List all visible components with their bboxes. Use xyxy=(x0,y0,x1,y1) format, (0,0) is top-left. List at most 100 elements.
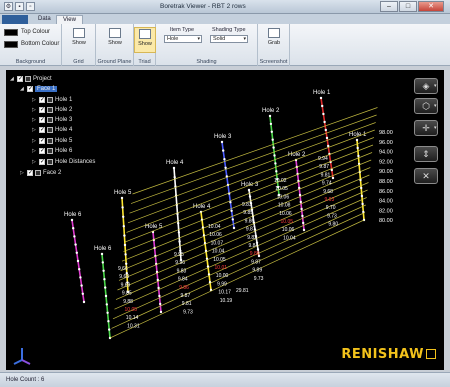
hole-checkbox[interactable] xyxy=(39,96,45,103)
tab-data[interactable]: Data xyxy=(32,15,57,24)
minimize-button[interactable]: – xyxy=(380,1,398,12)
hole-label: Hole 3 xyxy=(214,134,232,140)
depth-label: 94.00 xyxy=(379,150,393,156)
top-colour-swatch xyxy=(4,28,18,36)
distance-value: 9.80 xyxy=(328,222,338,228)
hole-label: Hole 6 xyxy=(64,212,82,218)
hole-label: Hole 1 xyxy=(349,132,367,138)
collapse-arrow-icon[interactable]: ◢ xyxy=(10,76,15,82)
rotate-dropdown-icon[interactable]: ▾ xyxy=(434,98,440,114)
face-1-checkbox[interactable] xyxy=(27,85,33,92)
hole-point xyxy=(122,215,125,218)
hole-point xyxy=(76,259,80,263)
distance-value: 9.73 xyxy=(183,309,193,315)
distance-value: 9.83 xyxy=(242,202,252,208)
tree-node-project[interactable]: ◢ Project xyxy=(10,74,52,83)
item-type-select[interactable]: Hole xyxy=(164,35,202,43)
distance-value: 10.19 xyxy=(220,298,233,304)
pan-dropdown-icon[interactable]: ▾ xyxy=(434,120,440,136)
camera-icon xyxy=(268,28,280,38)
window-title: Boretrak Viewer - RBT 2 rows xyxy=(160,3,246,10)
tree-node-hole-2[interactable]: ▷Hole 2 xyxy=(32,105,72,114)
screenshot-group: Grab Screenshot xyxy=(258,24,290,66)
hole-checkbox[interactable] xyxy=(39,147,45,154)
view-dropdown-icon[interactable]: ▾ xyxy=(434,78,440,94)
hole-point xyxy=(275,170,278,173)
hole-checkbox[interactable] xyxy=(39,126,45,134)
project-checkbox[interactable] xyxy=(17,75,23,82)
grid-group: Show Grid xyxy=(62,24,96,66)
expand-arrow-icon[interactable]: ▷ xyxy=(32,117,37,123)
grid-show-button[interactable]: Show xyxy=(68,27,90,53)
hole-icon xyxy=(47,127,53,134)
open-icon[interactable]: ▫ xyxy=(26,2,35,11)
hole-point xyxy=(80,284,83,287)
expand-arrow-icon[interactable]: ▷ xyxy=(20,170,25,176)
tree-node-hole-distances[interactable]: ▷ Hole Distances xyxy=(32,157,95,166)
hole-label: Hole 1 xyxy=(313,90,331,96)
tree-node-hole-1[interactable]: ▷Hole 1 xyxy=(32,95,72,104)
shading-type-select[interactable]: Solid xyxy=(210,35,248,43)
hole-icon xyxy=(47,137,53,144)
3d-viewport[interactable]: Hole 1Hole 1Hole 2Hole 2Hole 3Hole 3Hole… xyxy=(6,70,444,370)
hole-point xyxy=(177,222,180,225)
zoom-button[interactable]: ⇕ xyxy=(414,146,438,162)
hole-point xyxy=(247,188,251,192)
item-type-label: Item Type xyxy=(170,27,195,33)
distance-value: 10.06 xyxy=(209,232,222,238)
app-menu-icon[interactable]: ⚙ xyxy=(4,2,13,11)
tree-node-hole-3[interactable]: ▷Hole 3 xyxy=(32,116,72,125)
tree-node-face-1[interactable]: ◢ Face 1 xyxy=(20,84,58,93)
hole-point xyxy=(268,114,272,118)
close-button[interactable]: ✕ xyxy=(418,1,444,12)
tab-file[interactable] xyxy=(2,15,28,24)
hole-point xyxy=(120,196,124,200)
tab-view[interactable]: View xyxy=(56,15,83,24)
hole-point xyxy=(159,310,163,314)
expand-arrow-icon[interactable]: ▷ xyxy=(32,97,37,103)
hole-point xyxy=(100,252,104,256)
grid-group-label: Grid xyxy=(73,59,84,65)
hole-point xyxy=(159,302,162,306)
distance-value: 9.69 xyxy=(121,282,131,288)
hole-distances-checkbox[interactable] xyxy=(39,158,45,165)
hole-point xyxy=(231,218,234,221)
hole-point xyxy=(355,138,359,142)
hole-point xyxy=(158,294,161,298)
tree-node-hole-4[interactable]: ▷Hole 4 xyxy=(32,126,72,135)
hole-label: Hole 5 xyxy=(114,190,132,196)
hole-checkbox[interactable] xyxy=(39,116,45,124)
top-colour-button[interactable]: Top Colour xyxy=(4,28,50,36)
hole-point xyxy=(302,221,305,225)
grab-button[interactable]: Grab xyxy=(263,27,285,53)
face-icon xyxy=(35,169,41,176)
hole-checkbox[interactable] xyxy=(39,106,45,113)
distance-value: 9.94 xyxy=(318,156,328,162)
expand-arrow-icon[interactable]: ▷ xyxy=(32,148,37,154)
status-bar: Hole Count : 6 xyxy=(0,372,450,387)
distance-value: 10.00 xyxy=(216,273,229,279)
ground-plane-icon xyxy=(109,28,121,38)
hole-point xyxy=(72,227,75,230)
tree-node-hole-6[interactable]: ▷Hole 6 xyxy=(32,147,72,156)
expand-arrow-icon[interactable]: ▷ xyxy=(32,159,37,165)
background-group: Top Colour Bottom Colour Background xyxy=(0,24,62,66)
tree-node-hole-5[interactable]: ▷Hole 5 xyxy=(32,136,72,145)
project-icon xyxy=(25,75,31,82)
save-icon[interactable]: ▪ xyxy=(15,2,24,11)
fit-view-button[interactable]: ✕ xyxy=(414,168,438,184)
face-2-checkbox[interactable] xyxy=(27,169,33,176)
expand-arrow-icon[interactable]: ▷ xyxy=(32,107,37,113)
expand-arrow-icon[interactable]: ▷ xyxy=(32,127,37,133)
collapse-arrow-icon[interactable]: ◢ xyxy=(20,86,25,92)
hole-checkbox[interactable] xyxy=(39,137,45,144)
tree-node-face-2[interactable]: ▷ Face 2 xyxy=(20,168,61,177)
hole-icon xyxy=(47,117,53,124)
ground-plane-show-button[interactable]: Show xyxy=(104,27,126,53)
expand-arrow-icon[interactable]: ▷ xyxy=(32,138,37,144)
maximize-button[interactable]: □ xyxy=(399,1,417,12)
hole-point xyxy=(125,262,128,265)
distance-value: 10.04 xyxy=(208,224,221,230)
triad-show-button[interactable]: Show xyxy=(134,27,156,53)
bottom-colour-button[interactable]: Bottom Colour xyxy=(4,40,59,48)
